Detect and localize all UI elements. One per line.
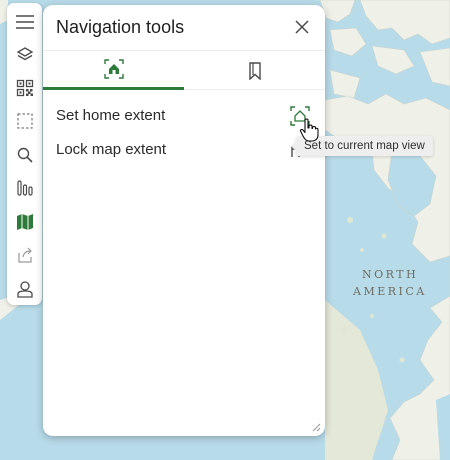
resize-handle-icon[interactable]	[311, 422, 321, 432]
share-button[interactable]	[10, 240, 39, 269]
search-icon	[17, 147, 33, 163]
home-extent-icon	[103, 59, 124, 79]
close-button[interactable]	[292, 17, 312, 37]
set-home-extent-label: Set home extent	[56, 106, 166, 124]
layers-icon	[16, 46, 33, 60]
qr-code-icon	[16, 79, 33, 96]
hand-cursor-icon	[299, 118, 319, 142]
user-button[interactable]	[10, 274, 39, 303]
panel-tabs	[43, 50, 325, 90]
map-label-north: NORTH	[362, 268, 419, 281]
bar-chart-icon	[16, 179, 33, 196]
panel-title: Navigation tools	[56, 17, 185, 37]
select-region-icon	[16, 112, 33, 129]
tab-home-extent[interactable]	[43, 51, 184, 90]
list-item-set-home-extent: Set home extent	[56, 103, 316, 127]
close-icon	[295, 20, 309, 34]
share-icon	[17, 247, 32, 263]
user-icon	[16, 280, 33, 298]
list-item-lock-map-extent: Lock map extent	[56, 137, 316, 161]
map-button[interactable]	[10, 207, 39, 236]
select-region-button[interactable]	[10, 106, 39, 135]
map-label-america: AMERICA	[353, 285, 427, 298]
layers-button[interactable]	[10, 40, 39, 69]
map-icon	[16, 213, 33, 230]
lock-map-extent-label: Lock map extent	[56, 140, 167, 158]
left-toolbar	[7, 3, 42, 305]
bookmark-icon	[248, 61, 261, 80]
qr-code-button[interactable]	[10, 73, 39, 102]
chart-button[interactable]	[10, 173, 39, 202]
hamburger-menu-icon	[15, 14, 34, 29]
menu-button[interactable]	[10, 7, 39, 36]
navigation-tools-panel: Navigation tools Set home extent Lock ma…	[43, 5, 325, 436]
search-button[interactable]	[10, 140, 39, 169]
tab-bookmarks[interactable]	[184, 51, 325, 90]
